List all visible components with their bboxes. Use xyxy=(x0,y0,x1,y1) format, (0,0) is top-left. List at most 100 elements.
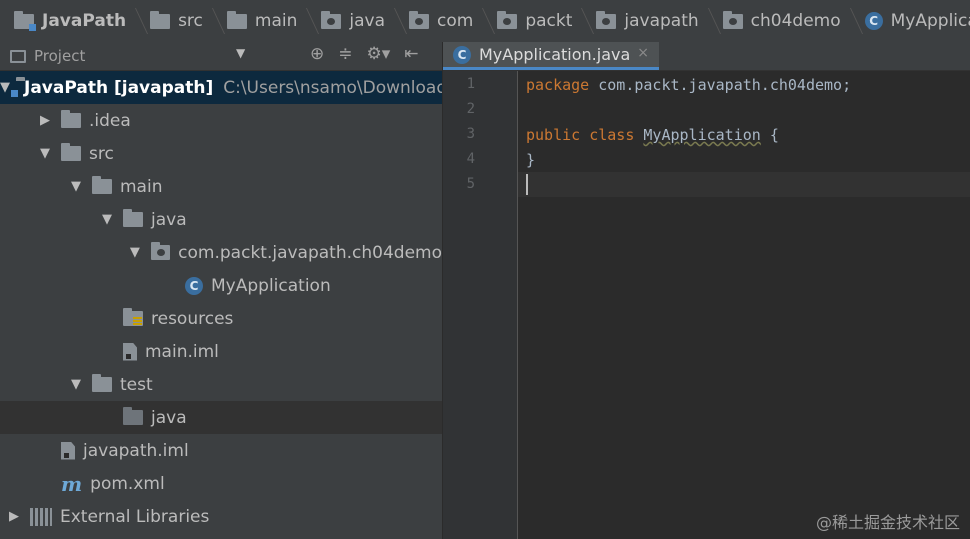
package-icon xyxy=(722,10,743,29)
tree-item-test[interactable]: ▼ test xyxy=(0,368,442,401)
class-icon: C xyxy=(185,276,203,295)
tree-item-label: JavaPath [javapath] xyxy=(24,77,214,98)
tree-item-label: External Libraries xyxy=(60,506,210,527)
line-number-gutter: 1 2 3 4 5 xyxy=(443,71,518,539)
tree-item-java[interactable]: java xyxy=(0,401,442,434)
tree-item-label: java xyxy=(151,209,187,230)
breadcrumb: JavaPath src main java com packt javapath ch04d… xyxy=(0,0,970,43)
tree-item-java[interactable]: ▼ java xyxy=(0,203,442,236)
folder-icon xyxy=(92,374,112,392)
folder-icon xyxy=(226,10,247,29)
tree-item-label: .idea xyxy=(89,110,131,131)
class-name: MyApplication xyxy=(643,126,761,144)
watermark: @稀土掘金技术社区 xyxy=(815,513,960,532)
breadcrumb-label: MyApplication xyxy=(890,11,970,31)
tree-item-external-libraries[interactable]: ▶ External Libraries xyxy=(0,500,442,533)
tree-item-label: src xyxy=(89,143,114,164)
expanded-arrow-icon[interactable]: ▼ xyxy=(125,245,145,260)
tree-item-label: java xyxy=(151,407,187,428)
tree-item-main[interactable]: ▼ main xyxy=(0,170,442,203)
package-icon xyxy=(150,242,171,260)
tree-item-resources[interactable]: resources xyxy=(0,302,442,335)
expanded-arrow-icon[interactable]: ▼ xyxy=(66,179,86,194)
text-caret xyxy=(526,174,528,195)
expanded-arrow-icon[interactable]: ▼ xyxy=(0,80,10,95)
code-line[interactable]: } xyxy=(526,151,535,169)
hide-panel-icon[interactable]: ⇤ xyxy=(404,44,418,64)
tree-item-label: javapath.iml xyxy=(83,440,189,461)
source-folder-icon xyxy=(321,10,342,29)
code-line[interactable]: public class MyApplication { xyxy=(526,126,779,144)
breadcrumb-item-ch04demo[interactable]: ch04demo xyxy=(709,0,863,42)
code-editor[interactable]: 1 2 3 4 5 package com.packt.javapath.ch0… xyxy=(443,71,970,539)
breadcrumb-item-packt[interactable]: packt xyxy=(483,0,595,42)
line-number: 2 xyxy=(466,101,475,117)
tree-item-label: resources xyxy=(151,308,234,329)
code-line[interactable]: package com.packt.javapath.ch04demo; xyxy=(526,76,851,94)
project-panel-title: Project xyxy=(34,47,86,65)
editor-tab-bar: C MyApplication.java × xyxy=(443,42,970,71)
project-panel-header[interactable]: Project ▼ ⊕ ≑ ⚙▾ ⇤ xyxy=(0,42,442,71)
class-icon: C xyxy=(453,45,471,64)
breadcrumb-item-main[interactable]: main xyxy=(213,0,320,42)
breadcrumb-label: ch04demo xyxy=(750,11,841,31)
line-number: 1 xyxy=(466,76,475,92)
module-folder-icon xyxy=(14,10,36,31)
expanded-arrow-icon[interactable]: ▼ xyxy=(35,146,55,161)
project-view-icon xyxy=(10,49,26,63)
collapse-all-icon[interactable]: ≑ xyxy=(338,44,352,64)
tree-item-src[interactable]: ▼ src xyxy=(0,137,442,170)
folder-icon xyxy=(123,209,143,227)
tab-myapplication-java[interactable]: C MyApplication.java × xyxy=(443,42,659,70)
breadcrumb-item-src[interactable]: src xyxy=(136,0,225,42)
project-panel-toolbar: ⊕ ≑ ⚙▾ ⇤ xyxy=(310,44,419,64)
folder-icon xyxy=(150,10,171,29)
collapsed-arrow-icon[interactable]: ▶ xyxy=(4,509,24,524)
expanded-arrow-icon[interactable]: ▼ xyxy=(97,212,117,227)
tree-item-idea[interactable]: ▶ .idea xyxy=(0,104,442,137)
maven-icon: m xyxy=(61,471,83,496)
class-icon: C xyxy=(864,12,883,30)
breadcrumb-item-javapath[interactable]: javapath xyxy=(582,0,721,42)
breadcrumb-item-myapplication[interactable]: C MyApplication xyxy=(851,0,970,42)
folder-icon xyxy=(61,110,81,128)
package-icon xyxy=(409,10,429,29)
collapsed-arrow-icon[interactable]: ▶ xyxy=(35,113,55,128)
tab-label: MyApplication.java xyxy=(479,45,631,64)
tree-item-label: com.packt.javapath.ch04demo xyxy=(178,242,442,263)
iml-file-icon xyxy=(123,342,137,361)
locate-icon[interactable]: ⊕ xyxy=(310,44,324,64)
tree-item-label: pom.xml xyxy=(90,473,165,494)
current-line-highlight xyxy=(518,172,970,197)
test-folder-icon xyxy=(123,407,143,425)
gear-icon[interactable]: ⚙▾ xyxy=(367,44,391,64)
line-number: 5 xyxy=(466,176,475,192)
breadcrumb-label: javapath xyxy=(624,11,699,31)
folder-icon xyxy=(92,176,112,194)
tree-item-com-packt-javapath-ch04demo[interactable]: ▼ com.packt.javapath.ch04demo xyxy=(0,236,442,269)
folder-icon xyxy=(61,143,81,161)
breadcrumb-item-javapath[interactable]: JavaPath xyxy=(0,0,149,42)
project-tool-window: Project ▼ ⊕ ≑ ⚙▾ ⇤ ▼ JavaPath [javapath] C… xyxy=(0,42,443,539)
tree-item-javapath[interactable]: ▼ JavaPath [javapath] C:\Users\nsamo\Downl… xyxy=(0,71,442,104)
chevron-down-icon[interactable]: ▼ xyxy=(236,46,245,60)
package-icon xyxy=(596,10,617,29)
package-icon xyxy=(497,10,518,29)
breadcrumb-item-com[interactable]: com xyxy=(395,0,496,42)
tree-item-pom-xml[interactable]: m pom.xml xyxy=(0,467,442,500)
tree-item-label: MyApplication xyxy=(211,275,331,296)
tree-item-main-iml[interactable]: main.iml xyxy=(0,335,442,368)
tree-item-label: main.iml xyxy=(145,341,219,362)
expanded-arrow-icon[interactable]: ▼ xyxy=(66,377,86,392)
tree-item-label: test xyxy=(120,374,153,395)
resources-folder-icon xyxy=(123,308,143,326)
tree-item-myapplication[interactable]: C MyApplication xyxy=(0,269,442,302)
line-number: 4 xyxy=(466,151,475,167)
tree-item-javapath-iml[interactable]: javapath.iml xyxy=(0,434,442,467)
tree-item-label: main xyxy=(120,176,163,197)
breadcrumb-label: JavaPath xyxy=(42,11,127,31)
line-number: 3 xyxy=(466,126,475,142)
iml-file-icon xyxy=(61,441,75,460)
breadcrumb-item-java[interactable]: java xyxy=(307,0,408,42)
close-icon[interactable]: × xyxy=(637,45,649,61)
